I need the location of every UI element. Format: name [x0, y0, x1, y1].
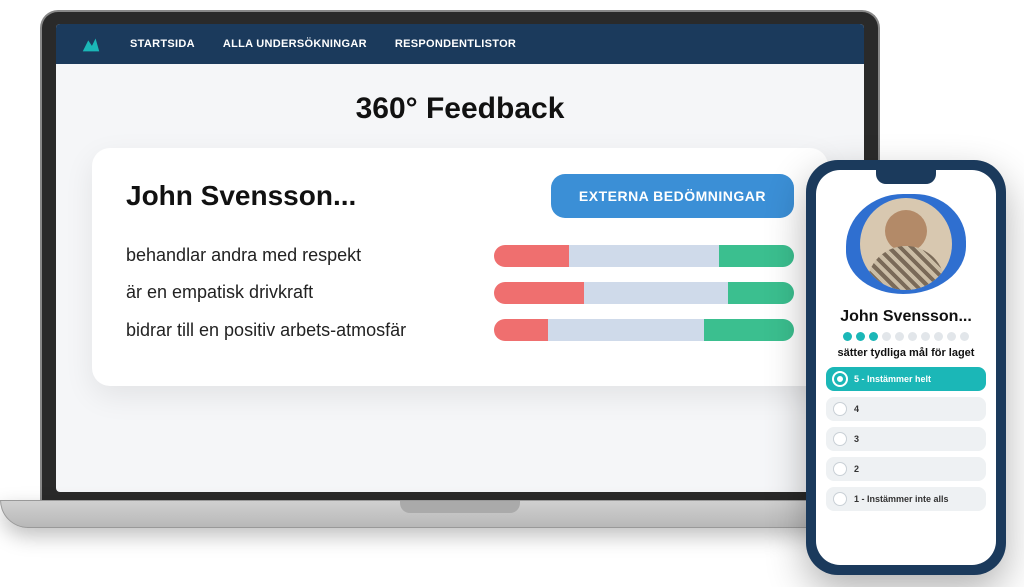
- rating-option[interactable]: 2: [826, 457, 986, 481]
- score-bar-segment: [719, 245, 794, 267]
- navbar: STARTSIDA ALLA UNDERSÖKNINGAR RESPONDENT…: [56, 24, 864, 64]
- progress-dot: [921, 332, 930, 341]
- rating-option[interactable]: 4: [826, 397, 986, 421]
- rating-option[interactable]: 3: [826, 427, 986, 451]
- avatar: [860, 198, 952, 290]
- progress-dot: [882, 332, 891, 341]
- progress-dot: [895, 332, 904, 341]
- nav-link-respondentlistor[interactable]: RESPONDENTLISTOR: [395, 38, 516, 50]
- phone-screen: John Svensson... sätter tydliga mål för …: [816, 170, 996, 565]
- radio-icon: [834, 493, 846, 505]
- progress-dots: [843, 332, 969, 341]
- radio-icon: [834, 403, 846, 415]
- logo-icon: [80, 33, 102, 55]
- laptop-screen: STARTSIDA ALLA UNDERSÖKNINGAR RESPONDENT…: [56, 24, 864, 492]
- criteria-row: behandlar andra med respekt: [126, 244, 794, 267]
- score-bar: [494, 245, 794, 267]
- phone-question: sätter tydliga mål för laget: [838, 347, 975, 359]
- progress-dot: [908, 332, 917, 341]
- rating-option[interactable]: 1 - Instämmer inte alls: [826, 487, 986, 511]
- criteria-label: bidrar till en positiv arbets-atmosfär: [126, 319, 470, 342]
- progress-dot: [856, 332, 865, 341]
- phone-frame: John Svensson... sätter tydliga mål för …: [806, 160, 1006, 575]
- score-bar-segment: [728, 282, 794, 304]
- card-title: John Svensson...: [126, 180, 356, 212]
- rating-option-label: 4: [854, 404, 859, 414]
- criteria-label: är en empatisk drivkraft: [126, 281, 470, 304]
- feedback-card: John Svensson... EXTERNA BEDÖMNINGAR beh…: [92, 148, 828, 386]
- laptop-base: [0, 500, 920, 528]
- rating-option-label: 2: [854, 464, 859, 474]
- score-bar: [494, 319, 794, 341]
- avatar-body: [867, 246, 945, 290]
- progress-dot: [869, 332, 878, 341]
- progress-dot: [960, 332, 969, 341]
- progress-dot: [843, 332, 852, 341]
- laptop-hinge-notch: [400, 501, 520, 513]
- score-bar: [494, 282, 794, 304]
- criteria-list: behandlar andra med respekt är en empatis…: [126, 244, 794, 342]
- laptop-frame: STARTSIDA ALLA UNDERSÖKNINGAR RESPONDENT…: [40, 10, 880, 540]
- phone-person-name: John Svensson...: [840, 308, 972, 326]
- score-bar-segment: [494, 245, 569, 267]
- score-bar-segment: [569, 245, 719, 267]
- rating-option-label: 3: [854, 434, 859, 444]
- external-assessments-button[interactable]: EXTERNA BEDÖMNINGAR: [551, 174, 794, 218]
- score-bar-segment: [704, 319, 794, 341]
- radio-icon: [834, 463, 846, 475]
- score-bar-segment: [584, 282, 728, 304]
- options-list: 5 - Instämmer helt 4 3 2 1 - Instämmer inte …: [826, 367, 986, 511]
- rating-option-label: 1 - Instämmer inte alls: [854, 494, 949, 504]
- laptop-bezel: STARTSIDA ALLA UNDERSÖKNINGAR RESPONDENT…: [40, 10, 880, 500]
- progress-dot: [947, 332, 956, 341]
- phone-notch: [876, 170, 936, 184]
- score-bar-segment: [548, 319, 704, 341]
- criteria-label: behandlar andra med respekt: [126, 244, 470, 267]
- rating-option[interactable]: 5 - Instämmer helt: [826, 367, 986, 391]
- score-bar-segment: [494, 319, 548, 341]
- score-bar-segment: [494, 282, 584, 304]
- criteria-row: är en empatisk drivkraft: [126, 281, 794, 304]
- nav-link-undersokningar[interactable]: ALLA UNDERSÖKNINGAR: [223, 38, 367, 50]
- progress-dot: [934, 332, 943, 341]
- avatar-container: [841, 188, 971, 300]
- rating-option-label: 5 - Instämmer helt: [854, 374, 931, 384]
- radio-icon: [834, 373, 846, 385]
- page-title: 360° Feedback: [56, 92, 864, 126]
- radio-icon: [834, 433, 846, 445]
- card-header: John Svensson... EXTERNA BEDÖMNINGAR: [126, 174, 794, 218]
- nav-link-startsida[interactable]: STARTSIDA: [130, 38, 195, 50]
- criteria-row: bidrar till en positiv arbets-atmosfär: [126, 319, 794, 342]
